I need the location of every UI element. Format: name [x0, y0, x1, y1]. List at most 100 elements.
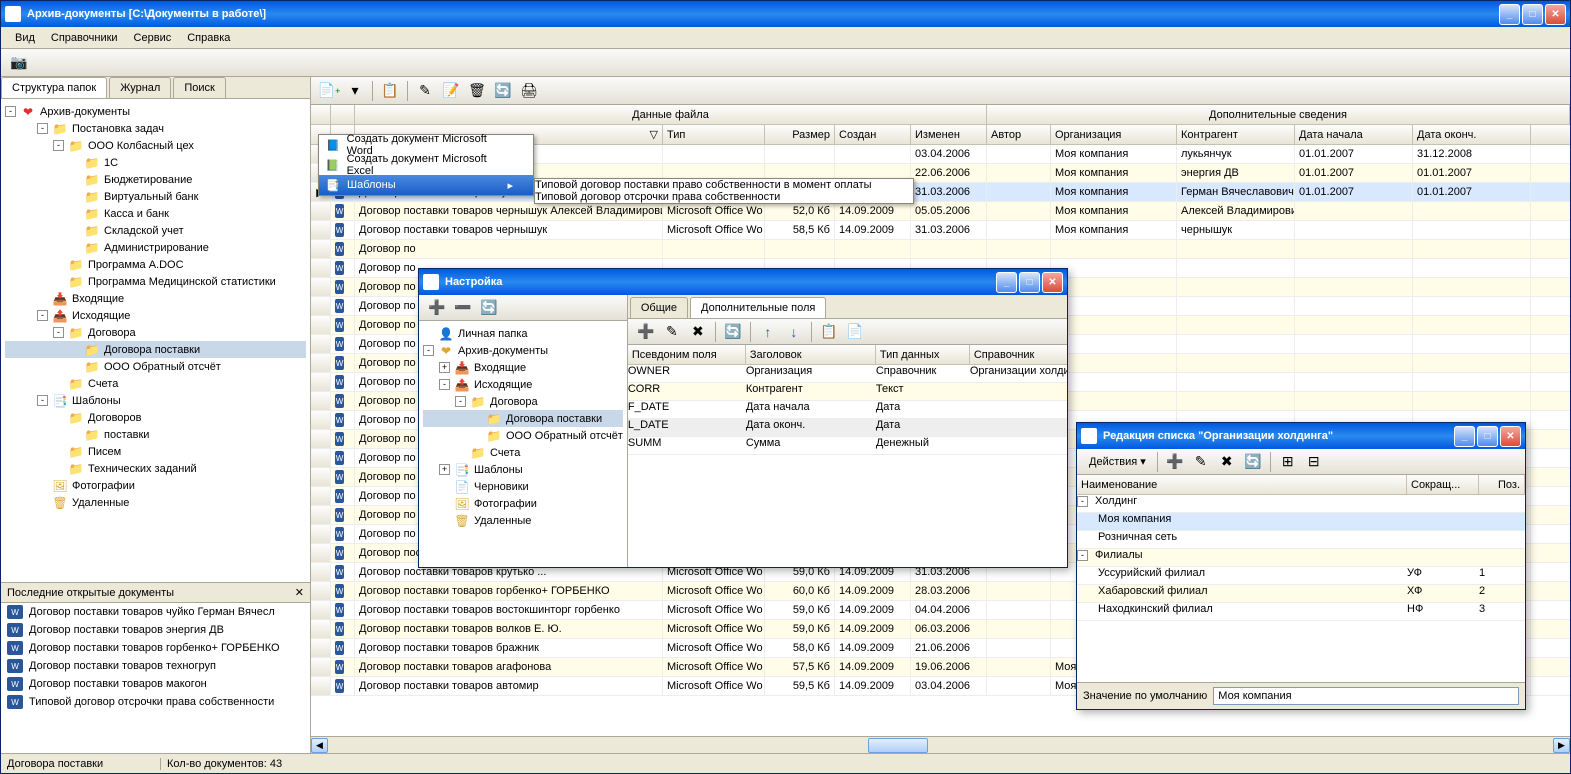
menu-item[interactable]: 📘Создать документ Microsoft Word: [319, 135, 533, 155]
settings-close[interactable]: ✕: [1042, 272, 1063, 293]
tree-item[interactable]: 📁ООО Обратный отсчёт: [423, 427, 623, 444]
ocol-abbr[interactable]: Сокращ...: [1407, 475, 1479, 494]
org-row[interactable]: Хабаровский филиал ХФ 2: [1077, 585, 1525, 603]
org-maximize[interactable]: □: [1477, 426, 1498, 447]
col-created[interactable]: Создан: [835, 125, 911, 144]
scol-header[interactable]: Заголовок: [746, 345, 876, 364]
tree-item[interactable]: 🗑Удаленные: [423, 512, 623, 529]
tree-item[interactable]: 📁Писем: [5, 443, 306, 460]
settings-minimize[interactable]: _: [996, 272, 1017, 293]
tree-item[interactable]: 📁Администрирование: [5, 239, 306, 256]
recent-item[interactable]: WДоговор поставки товаров энергия ДВ: [1, 621, 310, 639]
field-add-icon[interactable]: ➕: [634, 320, 658, 344]
settings-row[interactable]: CORR Контрагент Текст: [628, 383, 1067, 401]
horizontal-scrollbar[interactable]: ◀ ▶: [311, 736, 1570, 753]
col-contra[interactable]: Контрагент: [1177, 125, 1295, 144]
ocol-pos[interactable]: Поз.: [1479, 475, 1525, 494]
settings-tree[interactable]: 👤Личная папка-❤Архив-документы+📥Входящие…: [419, 321, 627, 567]
field-del-icon[interactable]: ✖: [686, 320, 710, 344]
col-author[interactable]: Автор: [987, 125, 1051, 144]
org-expand-icon[interactable]: ⊞: [1276, 450, 1300, 474]
tree-item[interactable]: 📁Бюджетирование: [5, 171, 306, 188]
settings-del-icon[interactable]: ➖: [451, 296, 475, 320]
delete-icon[interactable]: 🗑: [465, 79, 489, 103]
tree-item[interactable]: 📁Договоров: [5, 409, 306, 426]
tree-item[interactable]: +📑Шаблоны: [423, 461, 623, 478]
org-row[interactable]: Находкинский филиал НФ 3: [1077, 603, 1525, 621]
edit-icon[interactable]: ✎: [413, 79, 437, 103]
recent-item[interactable]: WДоговор поставки товаров горбенко+ ГОРБ…: [1, 639, 310, 657]
org-refresh-icon[interactable]: 🔄: [1241, 450, 1265, 474]
recent-item[interactable]: WДоговор поставки товаров макогон: [1, 675, 310, 693]
org-del-icon[interactable]: ✖: [1215, 450, 1239, 474]
field-edit-icon[interactable]: ✎: [660, 320, 684, 344]
org-row[interactable]: - Холдинг: [1077, 495, 1525, 513]
copy-field-icon[interactable]: 📋: [817, 320, 841, 344]
org-collapse-icon[interactable]: ⊟: [1302, 450, 1326, 474]
copy-icon[interactable]: 📋: [378, 79, 402, 103]
org-edit-icon[interactable]: ✎: [1189, 450, 1213, 474]
org-grid[interactable]: - Холдинг Моя компания Розничная сеть - …: [1077, 495, 1525, 682]
col-end[interactable]: Дата оконч.: [1413, 125, 1531, 144]
tree-item[interactable]: 🗑Удаленные: [5, 494, 306, 511]
tab-journal[interactable]: Журнал: [109, 77, 171, 98]
org-row[interactable]: Моя компания: [1077, 513, 1525, 531]
col-org[interactable]: Организация: [1051, 125, 1177, 144]
settings-row[interactable]: SUMM Сумма Денежный: [628, 437, 1067, 455]
settings-row[interactable]: L_DATE Дата оконч. Дата: [628, 419, 1067, 437]
tree-item[interactable]: 📁Программа A.DOC: [5, 256, 306, 273]
tree-item[interactable]: 📁Договора поставки: [5, 341, 306, 358]
recent-item[interactable]: WДоговор поставки товаров техногруп: [1, 657, 310, 675]
tree-item[interactable]: 📁поставки: [5, 426, 306, 443]
tree-item[interactable]: 📄Черновики: [423, 478, 623, 495]
tree-item[interactable]: +📥Входящие: [423, 359, 623, 376]
tab-search[interactable]: Поиск: [173, 77, 225, 98]
menu-service[interactable]: Сервис: [126, 30, 180, 46]
scol-type[interactable]: Тип данных: [876, 345, 970, 364]
folder-tree[interactable]: -❤Архив-документы-📁Постановка задач-📁ООО…: [1, 99, 310, 582]
actions-menu[interactable]: Действия ▾: [1083, 453, 1152, 470]
tree-item[interactable]: -📑Шаблоны: [5, 392, 306, 409]
menu-references[interactable]: Справочники: [43, 30, 126, 46]
tree-item[interactable]: 🖼Фотографии: [423, 495, 623, 512]
tree-item[interactable]: 📁Технических заданий: [5, 460, 306, 477]
maximize-button[interactable]: □: [1522, 4, 1543, 25]
tab-structure[interactable]: Структура папок: [1, 77, 107, 98]
col-type[interactable]: Тип: [663, 125, 765, 144]
col-size[interactable]: Размер: [765, 125, 835, 144]
recent-item[interactable]: WТиповой договор отсрочки права собствен…: [1, 693, 310, 711]
tree-item[interactable]: 📁Виртуальный банк: [5, 188, 306, 205]
camera-icon[interactable]: 📷: [7, 51, 31, 75]
tree-item[interactable]: 📁Программа Медицинской статистики: [5, 273, 306, 290]
close-button[interactable]: ✕: [1545, 4, 1566, 25]
menu-item[interactable]: 📑Шаблоны▸: [319, 175, 533, 195]
settings-row[interactable]: OWNER Организация Справочник Организации…: [628, 365, 1067, 383]
submenu-item[interactable]: Типовой договор поставки право собственн…: [535, 179, 913, 191]
org-close[interactable]: ✕: [1500, 426, 1521, 447]
tab-general[interactable]: Общие: [630, 297, 688, 318]
tree-item[interactable]: 📁Счета: [5, 375, 306, 392]
tree-item[interactable]: -📁Договора: [5, 324, 306, 341]
settings-refresh-icon[interactable]: 🔄: [477, 296, 501, 320]
tree-item[interactable]: 📁Касса и банк: [5, 205, 306, 222]
scol-ref[interactable]: Справочник: [970, 345, 1067, 364]
tree-item[interactable]: -📤Исходящие: [5, 307, 306, 324]
tree-item[interactable]: 🖼Фотографии: [5, 477, 306, 494]
orglist-window[interactable]: Редакция списка "Организации холдинга" _…: [1076, 422, 1526, 710]
tree-item[interactable]: 📁ООО Обратный отсчёт: [5, 358, 306, 375]
grid-row[interactable]: W Договор по: [311, 240, 1570, 259]
move-down-icon[interactable]: ↓: [782, 320, 806, 344]
submenu-item[interactable]: Типовой договор отсрочки права собственн…: [535, 191, 913, 203]
templates-submenu[interactable]: Типовой договор поставки право собственн…: [534, 178, 914, 204]
tab-extra-fields[interactable]: Дополнительные поля: [690, 297, 826, 318]
org-minimize[interactable]: _: [1454, 426, 1475, 447]
settings-grid[interactable]: OWNER Организация Справочник Организации…: [628, 365, 1067, 455]
dropdown-button[interactable]: ▾: [343, 79, 367, 103]
tree-item[interactable]: 📁1С: [5, 154, 306, 171]
settings-window[interactable]: Настройка _ □ ✕ ➕ ➖ 🔄 👤Личная папка-❤Арх…: [418, 268, 1068, 568]
scol-alias[interactable]: Псевдоним поля: [628, 345, 746, 364]
org-add-icon[interactable]: ➕: [1163, 450, 1187, 474]
tree-item[interactable]: 📁Счета: [423, 444, 623, 461]
tree-item[interactable]: 📁Складской учет: [5, 222, 306, 239]
org-row[interactable]: - Филиалы: [1077, 549, 1525, 567]
